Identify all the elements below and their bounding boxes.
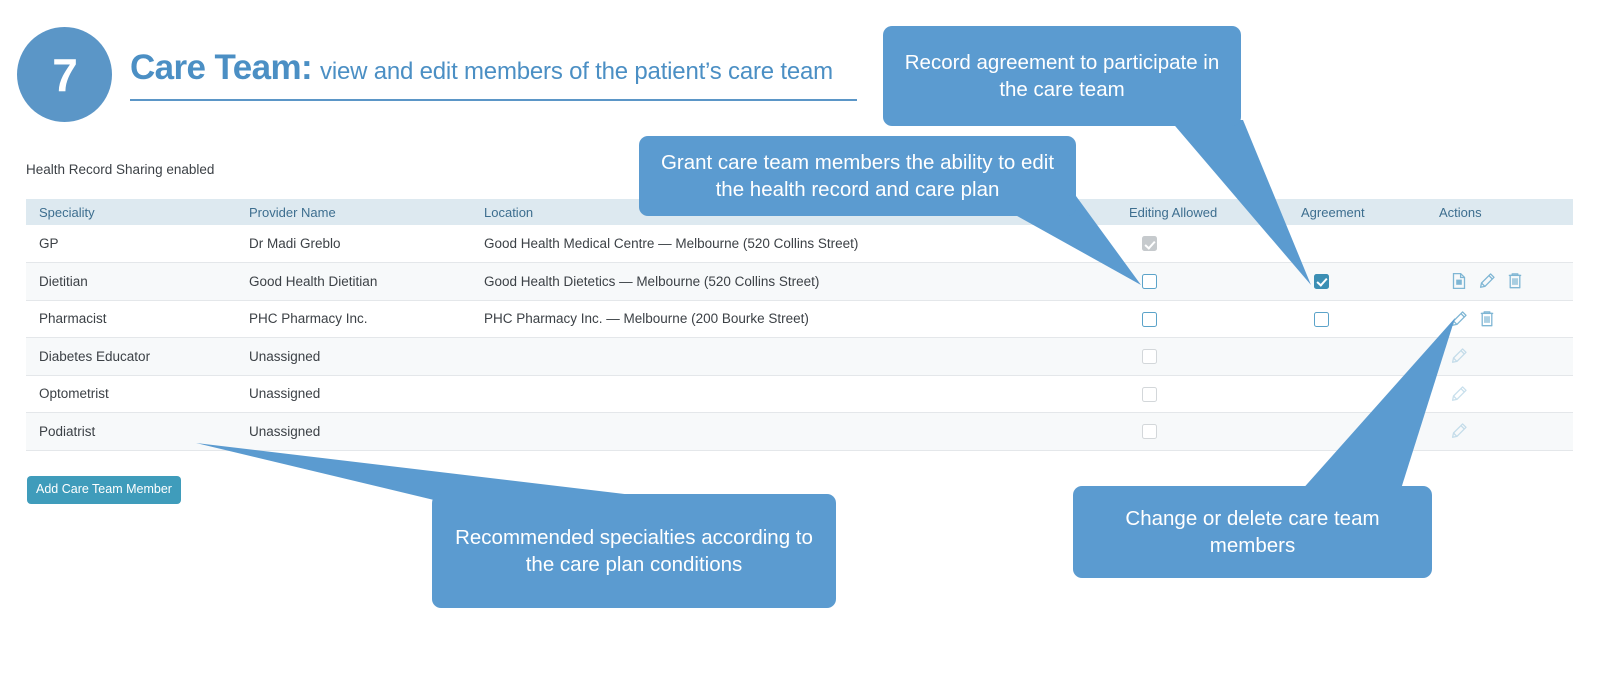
cell-actions [1426, 225, 1573, 263]
editing-allowed-checkbox [1142, 236, 1157, 252]
editing-allowed-checkbox [1142, 349, 1157, 365]
step-number-label: 7 [52, 48, 78, 101]
care-team-table: Speciality Provider Name Location Editin… [26, 199, 1573, 451]
health-record-sharing-status: Health Record Sharing enabled [26, 162, 215, 177]
cell-provider-name: Dr Madi Greblo [249, 236, 341, 251]
agreement-checkbox[interactable] [1314, 311, 1329, 327]
callout-record-agreement: Record agreement to participate in the c… [883, 26, 1241, 126]
add-care-team-member-button[interactable]: Add Care Team Member [27, 476, 181, 504]
table-body: GP Dr Madi Greblo Good Health Medical Cent… [26, 225, 1573, 450]
column-header-speciality[interactable]: Speciality [26, 199, 236, 225]
page-title-main: Care Team: [130, 48, 313, 87]
cell-agreement [1288, 263, 1426, 301]
cell-editing-allowed [1116, 225, 1288, 263]
cell-actions [1426, 375, 1573, 413]
cell-editing-allowed [1116, 338, 1288, 376]
pencil-icon [1450, 347, 1468, 365]
editing-allowed-checkbox[interactable] [1142, 274, 1157, 290]
table-row[interactable]: Pharmacist PHC Pharmacy Inc. PHC Pharmacy … [26, 300, 1573, 338]
pencil-icon [1450, 422, 1468, 440]
document-icon[interactable] [1450, 272, 1468, 290]
column-header-provider-name[interactable]: Provider Name [236, 199, 471, 225]
callout-recommended-specialties: Recommended specialties according to the… [432, 494, 836, 608]
cell-agreement [1288, 225, 1426, 263]
table-row[interactable]: Optometrist Unassigned [26, 375, 1573, 413]
editing-allowed-checkbox [1142, 386, 1157, 402]
cell-actions [1426, 300, 1573, 338]
editing-allowed-checkbox [1142, 424, 1157, 440]
callout-pointer-recommended [196, 443, 650, 500]
table-row[interactable]: Podiatrist Unassigned [26, 412, 1573, 451]
cell-provider-name: PHC Pharmacy Inc. [249, 311, 368, 327]
cell-location [471, 413, 1116, 451]
cell-speciality: Dietitian [39, 273, 88, 289]
pencil-icon [1450, 385, 1468, 403]
trash-icon[interactable] [1506, 272, 1524, 290]
page-title-subtitle: view and edit members of the patient’s c… [320, 58, 833, 85]
editing-allowed-checkbox[interactable] [1142, 311, 1157, 327]
callout-change-delete: Change or delete care team members [1073, 486, 1432, 578]
step-number-badge: 7 [17, 27, 112, 122]
cell-provider-name: Good Health Dietitian [249, 273, 378, 289]
cell-speciality: Pharmacist [39, 311, 107, 327]
table-row[interactable]: Diabetes Educator Unassigned [26, 337, 1573, 376]
column-header-editing-allowed[interactable]: Editing Allowed [1116, 199, 1288, 225]
cell-speciality: Diabetes Educator [39, 348, 151, 364]
cell-location: PHC Pharmacy Inc. — Melbourne (200 Bourk… [484, 311, 809, 327]
cell-location: Good Health Medical Centre — Melbourne (… [484, 236, 859, 251]
cell-location [471, 338, 1116, 376]
page-title: Care Team: view and edit members of the p… [130, 48, 870, 88]
cell-provider-name: Unassigned [249, 348, 321, 364]
table-row[interactable]: Dietitian Good Health Dietitian Good Healt… [26, 262, 1573, 301]
cell-provider-name: Unassigned [249, 423, 321, 439]
cell-location: Good Health Dietetics — Melbourne (520 C… [484, 273, 820, 289]
cell-actions [1426, 413, 1573, 451]
title-divider [130, 99, 857, 101]
column-header-agreement[interactable]: Agreement [1288, 199, 1426, 225]
cell-actions [1426, 338, 1573, 376]
cell-agreement [1288, 300, 1426, 338]
agreement-checkbox[interactable] [1314, 274, 1329, 290]
pencil-icon[interactable] [1450, 310, 1468, 328]
cell-speciality: Podiatrist [39, 423, 96, 439]
column-header-actions[interactable]: Actions [1426, 199, 1573, 225]
table-row[interactable]: GP Dr Madi Greblo Good Health Medical Cent… [26, 225, 1573, 263]
cell-editing-allowed [1116, 413, 1288, 451]
cell-speciality: Optometrist [39, 386, 109, 402]
cell-provider-name: Unassigned [249, 386, 321, 402]
cell-agreement [1288, 338, 1426, 376]
cell-agreement [1288, 375, 1426, 413]
pencil-icon[interactable] [1478, 272, 1496, 290]
cell-actions [1426, 263, 1573, 301]
trash-icon[interactable] [1478, 310, 1496, 328]
cell-location [471, 375, 1116, 413]
cell-editing-allowed [1116, 263, 1288, 301]
callout-grant-editing: Grant care team members the ability to e… [639, 136, 1076, 216]
cell-speciality: GP [39, 236, 59, 251]
page-header: 7 Care Team: view and edit members of the… [0, 0, 1610, 135]
cell-editing-allowed [1116, 300, 1288, 338]
cell-agreement [1288, 413, 1426, 451]
cell-editing-allowed [1116, 375, 1288, 413]
